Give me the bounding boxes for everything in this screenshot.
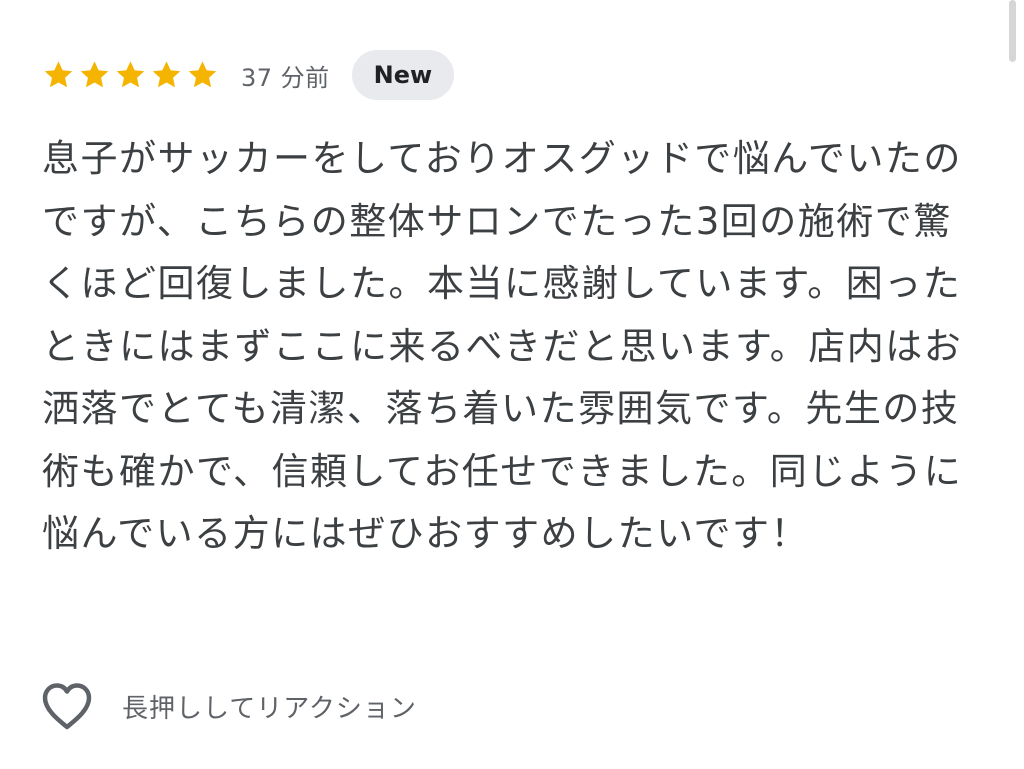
review-card: 37 分前 New 息子がサッカーをしておりオスグッドで悩んでいたのですが、こち…	[0, 0, 1024, 769]
star-rating	[42, 59, 219, 91]
review-text: 息子がサッカーをしておりオスグッドで悩んでいたのですが、こちらの整体サロンでたっ…	[42, 137, 963, 555]
reaction-label: 長押ししてリアクション	[122, 693, 417, 724]
star-icon	[114, 59, 147, 91]
star-icon	[150, 59, 183, 91]
new-badge: New	[351, 50, 455, 100]
scrollbar[interactable]	[1009, 0, 1016, 62]
star-icon	[78, 59, 111, 91]
star-icon	[42, 59, 75, 91]
review-time: 37 分前	[241, 63, 330, 92]
reaction-button[interactable]: 長押ししてリアクション	[40, 680, 417, 732]
heart-outline-icon[interactable]	[40, 681, 94, 731]
review-meta: 37 分前 New	[42, 50, 455, 100]
star-icon	[186, 59, 219, 91]
